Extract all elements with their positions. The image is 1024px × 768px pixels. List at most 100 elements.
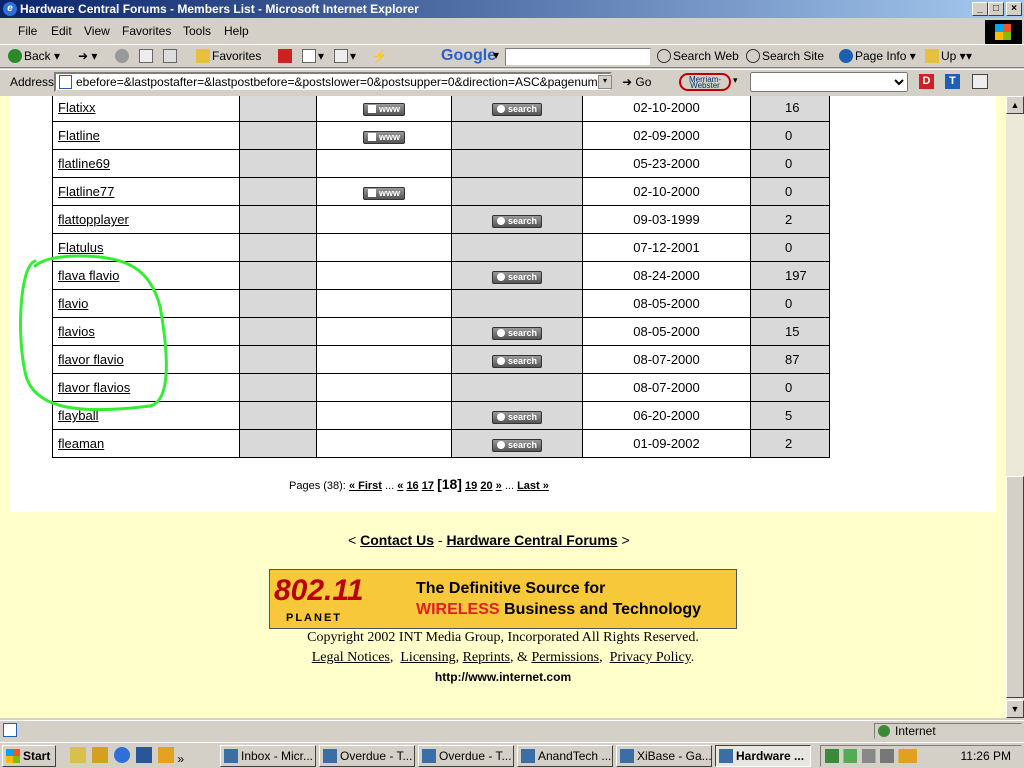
search-site-button[interactable]: Search Site [746,49,824,63]
norton-icon[interactable] [92,747,108,763]
refresh-button[interactable] [139,49,155,63]
task-inbox[interactable]: Inbox - Micr... [220,745,316,767]
legal-notices-link[interactable]: Legal Notices [312,650,390,665]
address-dropdown-icon[interactable]: ▾ [598,75,612,89]
task-anandtech[interactable]: AnandTech ... [517,745,613,767]
member-name-link[interactable]: fleaman [58,436,104,451]
magnifier-icon [496,216,505,225]
scroll-up-icon[interactable]: ▲ [1006,96,1024,114]
site-url[interactable]: http://www.internet.com [0,670,1006,684]
member-name-link[interactable]: flavor flavio [58,352,124,367]
back-button[interactable]: Back ▾ [8,49,60,63]
media-launch-icon[interactable] [158,747,174,763]
grid-icon[interactable] [972,74,988,89]
scroll-thumb[interactable] [1006,476,1024,698]
menu-help[interactable]: Help [224,24,249,38]
member-email-cell [239,373,317,402]
address-input[interactable]: ebefore=&lastpostafter=&lastpostbefore=&… [54,72,612,92]
member-homepage-cell [316,317,452,346]
print-button[interactable]: ▾ [302,49,324,63]
show-desktop-icon[interactable] [70,747,86,763]
ad-banner[interactable]: 802.11 PLANET The Definitive Source for … [269,569,737,629]
outlook-launch-icon[interactable] [136,747,152,763]
pager-page-16[interactable]: 16 [406,480,418,492]
stop-button[interactable] [115,49,131,63]
member-name-link[interactable]: Flatixx [58,100,96,115]
homepage-www-button[interactable]: www [362,130,405,144]
menu-tools[interactable]: Tools [183,24,211,38]
contact-us-link[interactable]: Contact Us [360,532,434,548]
menu-favorites[interactable]: Favorites [122,24,171,38]
task-xibase[interactable]: XiBase - Ga... [616,745,712,767]
search-posts-button[interactable]: search [491,270,543,284]
minimize-button[interactable]: _ [972,2,988,16]
member-name-link[interactable]: flavor flavios [58,380,130,395]
search-posts-button[interactable]: search [491,438,543,452]
page-info-button[interactable]: Page Info ▾ [839,49,916,63]
permissions-link[interactable]: Permissions [531,650,599,665]
search-posts-button[interactable]: search [491,326,543,340]
member-name-cell: Flatline [52,121,240,150]
search-posts-button[interactable]: search [491,214,543,228]
ie-launch-icon[interactable] [114,747,130,763]
pager-page-19[interactable]: 19 [465,480,477,492]
homepage-www-button[interactable]: www [362,186,405,200]
member-name-link[interactable]: Flatline [58,128,100,143]
search-posts-button[interactable]: search [491,354,543,368]
adaware-button[interactable] [278,49,294,63]
tray-icons[interactable] [825,749,917,763]
pager-last-link[interactable]: Last » [517,480,549,492]
licensing-link[interactable]: Licensing [400,650,455,665]
maximize-button[interactable]: □ [988,2,1004,16]
close-button[interactable]: × [1006,2,1022,16]
pager-next-link[interactable]: » [496,480,502,492]
member-name-link[interactable]: flayball [58,408,98,423]
start-button[interactable]: Start [2,745,56,767]
reprints-link[interactable]: Reprints [463,650,510,665]
member-name-link[interactable]: flavio [58,296,88,311]
pager-page-20[interactable]: 20 [480,480,492,492]
google-search-input[interactable] [505,48,651,66]
member-posts-cell: 0 [750,373,830,402]
menu-edit[interactable]: Edit [51,24,72,38]
search-web-button[interactable]: Search Web [657,49,739,63]
pager-first-link[interactable]: « First [349,480,382,492]
task-overdue-2[interactable]: Overdue - T... [418,745,514,767]
member-name-link[interactable]: flattopplayer [58,212,129,227]
pager-page-17[interactable]: 17 [422,480,434,492]
merriam-webster-logo[interactable]: Merriam-Webster [679,73,731,91]
search-posts-button[interactable]: search [491,410,543,424]
dictionary-d-icon[interactable]: D [919,74,934,89]
messenger-button[interactable]: ⚡ [372,49,387,63]
member-name-link[interactable]: Flatline77 [58,184,114,199]
edit-button[interactable]: ▾ [334,49,356,63]
favorites-button[interactable]: Favorites [196,49,261,63]
homepage-www-button[interactable]: www [362,102,405,116]
scroll-down-icon[interactable]: ▼ [1006,700,1024,718]
browser-window: e Hardware Central Forums - Members List… [0,0,1024,768]
member-name-link[interactable]: Flatulus [58,240,104,255]
menu-file[interactable]: File [18,24,37,38]
task-overdue-1[interactable]: Overdue - T... [319,745,415,767]
task-hardware[interactable]: Hardware ... [715,745,811,767]
member-posts-cell: 15 [750,317,830,346]
privacy-policy-link[interactable]: Privacy Policy [610,650,691,665]
member-name-link[interactable]: flava flavio [58,268,119,283]
up-button[interactable]: Up ▾ [925,49,966,63]
dictionary-select[interactable] [750,72,908,92]
member-name-link[interactable]: flavios [58,324,95,339]
thesaurus-t-icon[interactable]: T [945,74,960,89]
pager-prev-link[interactable]: « [397,480,403,492]
forward-button[interactable]: ➜ ▾ [78,49,97,63]
member-email-cell [239,233,317,262]
search-posts-button[interactable]: search [491,102,543,116]
hardware-central-forums-link[interactable]: Hardware Central Forums [446,532,617,548]
menu-view[interactable]: View [84,24,110,38]
toolbar-options-dropdown[interactable]: ▾ [966,49,972,63]
google-dropdown-icon[interactable]: ▾ [493,48,499,62]
member-name-link[interactable]: flatline69 [58,156,110,171]
mw-dropdown-icon[interactable]: ▾ [733,75,738,86]
vertical-scrollbar[interactable]: ▲ ▼ [1006,96,1024,718]
home-button[interactable] [163,49,179,63]
go-button[interactable]: ➜ Go [622,75,651,89]
